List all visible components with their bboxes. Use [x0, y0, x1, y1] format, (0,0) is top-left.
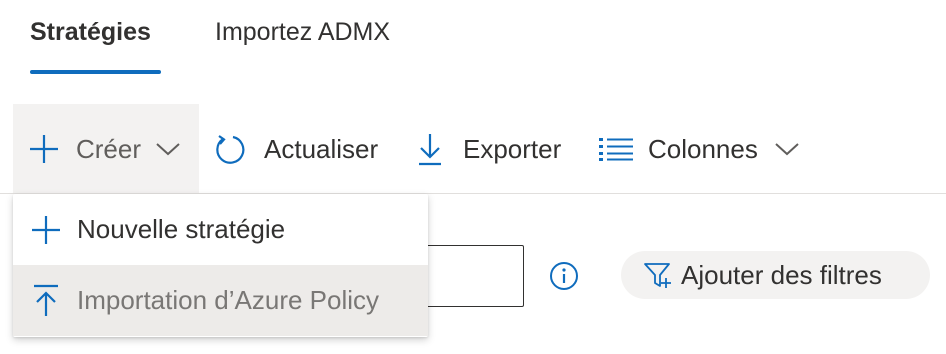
tab-import-admx[interactable]: Importez ADMX	[215, 14, 390, 50]
export-button[interactable]: Exporter	[417, 104, 561, 194]
export-label: Exporter	[463, 133, 562, 164]
active-tab-indicator	[30, 70, 161, 74]
columns-label: Colonnes	[648, 133, 758, 164]
add-icon	[28, 133, 60, 165]
list-icon	[598, 136, 634, 162]
chevron-down-icon	[155, 141, 181, 157]
download-icon	[417, 132, 443, 166]
menu-item-new-policy-label: Nouvelle stratégie	[77, 214, 286, 244]
add-icon	[29, 214, 63, 246]
create-label: Créer	[76, 133, 142, 164]
create-button[interactable]: Créer	[13, 104, 199, 194]
chevron-down-icon	[774, 141, 800, 157]
add-filters-label: Ajouter des filtres	[681, 259, 882, 290]
policies-page: Stratégies Importez ADMX Créer Actualise…	[0, 0, 946, 354]
add-filters-button[interactable]: Ajouter des filtres	[621, 251, 930, 299]
menu-item-import-azure-policy-label: Importation d’Azure Policy	[77, 285, 380, 315]
columns-button[interactable]: Colonnes	[598, 104, 800, 194]
create-dropdown-menu: Nouvelle stratégie Importation d’Azure P…	[13, 194, 428, 337]
menu-item-import-azure-policy[interactable]: Importation d’Azure Policy	[13, 265, 428, 336]
menu-item-new-policy[interactable]: Nouvelle stratégie	[13, 194, 428, 265]
tab-bar: Stratégies Importez ADMX	[0, 0, 946, 75]
refresh-button[interactable]: Actualiser	[214, 104, 378, 194]
upload-icon	[29, 284, 63, 318]
refresh-label: Actualiser	[264, 133, 379, 164]
tab-policies[interactable]: Stratégies	[30, 14, 151, 50]
info-icon[interactable]	[549, 261, 579, 291]
refresh-icon	[214, 132, 246, 166]
filter-add-icon	[643, 260, 673, 290]
